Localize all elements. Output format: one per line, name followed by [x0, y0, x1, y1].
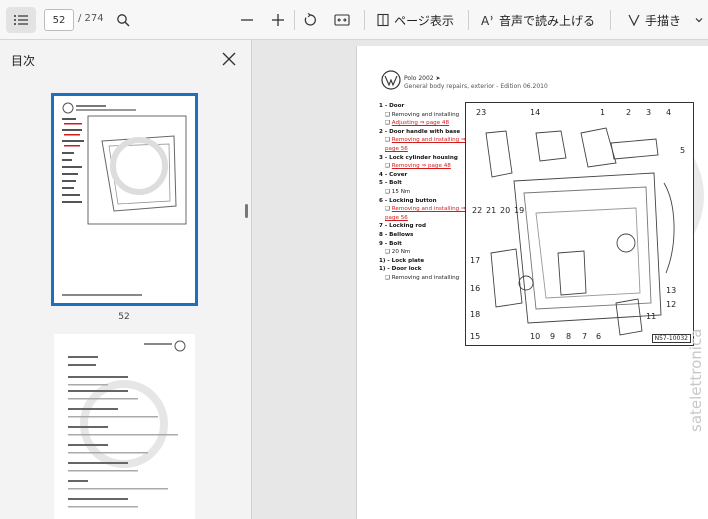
sidebar-close-button[interactable]: [220, 50, 238, 68]
toc-toggle-button[interactable]: [6, 7, 36, 33]
callout-label: 23: [476, 108, 486, 117]
fit-width-button[interactable]: [330, 7, 354, 33]
sidebar-title: 目次: [11, 54, 36, 68]
fit-width-icon: [334, 14, 350, 26]
callout-label: 3: [646, 108, 651, 117]
sidebar-resize-handle[interactable]: [245, 204, 248, 218]
callout-label: 20: [500, 206, 510, 215]
watermark-text: satelettronica: [687, 329, 705, 432]
door-diagram: 23 14 1 2 3 4 5 22 21 20 19 18 17 16 15 …: [470, 108, 685, 341]
zoom-out-button[interactable]: [236, 7, 258, 33]
plus-icon: [272, 14, 284, 26]
page-total: / 274: [78, 13, 104, 24]
page-link[interactable]: Removing and installing ⇒ page 56: [385, 137, 466, 152]
callout-label: 17: [470, 256, 480, 265]
rotate-icon: [304, 13, 316, 26]
vw-logo-icon: [381, 70, 401, 90]
draw-button[interactable]: 手描き: [618, 7, 690, 33]
page-number-input[interactable]: 52: [44, 9, 74, 31]
page-link[interactable]: Adjusting ⇒ page 48: [392, 120, 449, 126]
page-view-label: ページ表示: [394, 13, 454, 28]
search-icon: [117, 14, 130, 27]
zoom-in-button[interactable]: [267, 7, 289, 33]
draw-options-button[interactable]: [692, 7, 706, 33]
pen-icon: [628, 14, 640, 27]
svg-text:A: A: [481, 14, 490, 27]
page-view-button[interactable]: ページ表示: [372, 7, 458, 33]
read-aloud-icon: A: [481, 14, 493, 27]
figure-code: N57-10032: [651, 334, 691, 343]
toolbar-divider: [468, 10, 469, 30]
callout-label: 19: [514, 206, 524, 215]
callout-label: 10: [530, 332, 540, 341]
close-icon: [222, 52, 236, 66]
callout-label: 16: [470, 284, 480, 293]
rotate-button[interactable]: [299, 7, 321, 33]
list-icon: [14, 15, 28, 25]
callout-label: 7: [582, 332, 587, 341]
callout-label: 9: [550, 332, 555, 341]
callout-label: 12: [666, 300, 676, 309]
minus-icon: [241, 19, 253, 21]
callout-label: 1: [600, 108, 605, 117]
page-thumbnail-selected[interactable]: [51, 93, 198, 306]
callout-label: 5: [680, 146, 685, 155]
svg-text:satelettronica: satelettronica: [687, 329, 705, 432]
document-view[interactable]: Polo 2002 ➤ General body repairs, exteri…: [253, 40, 708, 519]
page-link[interactable]: Removing ⇒ page 48: [392, 163, 451, 169]
read-aloud-label: 音声で読み上げる: [498, 13, 595, 28]
toolbar-divider: [294, 10, 295, 30]
pdf-toolbar: 52 / 274 ページ表示 A 音声で読み上げる 手描き: [0, 0, 708, 40]
callout-label: 14: [530, 108, 540, 117]
page-thumbnail-image: [54, 334, 195, 519]
document-subtitle: General body repairs, exterior - Edition…: [404, 83, 548, 90]
callout-label: 6: [596, 332, 601, 341]
document-header: Polo 2002 ➤ General body repairs, exteri…: [404, 75, 548, 91]
callout-label: 18: [470, 310, 480, 319]
exploded-view-figure: 23 14 1 2 3 4 5 22 21 20 19 18 17 16 15 …: [465, 102, 694, 346]
draw-label: 手描き: [644, 13, 681, 28]
search-button[interactable]: [112, 7, 134, 33]
parts-legend: 1 - Door ❑ Removing and installing ❑ Adj…: [379, 103, 466, 281]
read-aloud-button[interactable]: A 音声で読み上げる: [476, 7, 600, 33]
chevron-down-icon: [695, 18, 703, 23]
callout-label: 11: [646, 312, 656, 321]
toolbar-divider: [610, 10, 611, 30]
callout-label: 22: [472, 206, 482, 215]
document-model: Polo 2002 ➤: [404, 75, 441, 82]
document-page: Polo 2002 ➤ General body repairs, exteri…: [356, 46, 708, 519]
page-thumbnail-image: [54, 96, 195, 303]
callout-label: 21: [486, 206, 496, 215]
page-thumbnail[interactable]: [54, 334, 195, 519]
callout-label: 2: [626, 108, 631, 117]
toc-sidebar: 目次 52: [0, 40, 252, 519]
callout-label: 13: [666, 286, 676, 295]
page-link[interactable]: Removing and installing ⇒ page 56: [385, 206, 466, 221]
callout-label: 8: [566, 332, 571, 341]
toolbar-divider: [364, 10, 365, 30]
callout-label: 4: [666, 108, 671, 117]
callout-label: 15: [470, 332, 480, 341]
page-view-icon: [377, 13, 389, 27]
thumbnail-page-label: 52: [118, 312, 130, 322]
